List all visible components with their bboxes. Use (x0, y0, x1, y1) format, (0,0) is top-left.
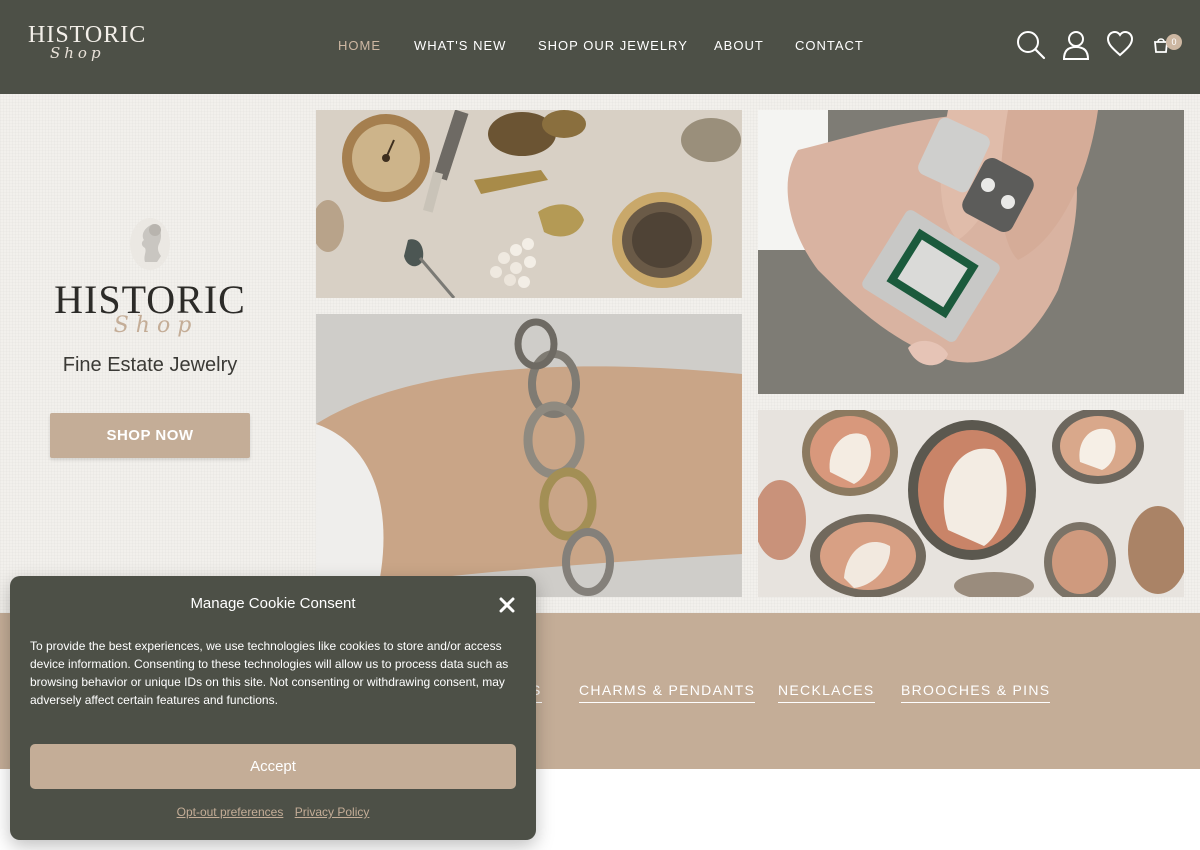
hero-section: HISTORIC Shop Fine Estate Jewelry SHOP N… (0, 94, 1200, 613)
photo-watch-brooches[interactable] (316, 110, 742, 298)
cameo-icon (130, 218, 170, 270)
bracelet-wrist-image (316, 314, 742, 597)
cookie-title: Manage Cookie Consent (190, 595, 356, 612)
photo-bracelet-wrist[interactable] (316, 314, 742, 597)
site-logo[interactable]: HISTORIC Shop (28, 22, 145, 72)
shop-now-button[interactable]: SHOP NOW (50, 413, 250, 458)
close-icon[interactable] (498, 596, 516, 614)
nav-shop-our-jewelry[interactable]: SHOP OUR JEWELRY (538, 38, 714, 53)
header-icons: 0 (1016, 30, 1182, 64)
hero-branding: HISTORIC Shop Fine Estate Jewelry SHOP N… (40, 214, 260, 458)
nav-about[interactable]: ABOUT (714, 38, 795, 53)
cart-button[interactable]: 0 (1152, 34, 1182, 60)
privacy-policy-link[interactable]: Privacy Policy (295, 805, 370, 819)
search-icon[interactable] (1016, 30, 1046, 60)
category-link-brooches-pins[interactable]: BROOCHES & PINS (901, 682, 1051, 703)
rings-hand-image (758, 110, 1184, 394)
cameos-image (758, 410, 1184, 597)
nav-contact[interactable]: CONTACT (795, 38, 864, 53)
cookie-message: To provide the best experiences, we use … (30, 639, 509, 707)
category-link-necklaces[interactable]: NECKLACES (778, 682, 875, 703)
user-icon[interactable] (1062, 30, 1090, 60)
opt-out-preferences-link[interactable]: Opt-out preferences (177, 805, 284, 819)
site-header: HISTORIC Shop HOME WHAT'S NEW SHOP OUR J… (0, 0, 1200, 94)
nav-whats-new[interactable]: WHAT'S NEW (414, 38, 538, 53)
cookie-links: Opt-out preferences Privacy Policy (10, 805, 536, 819)
cart-count-badge: 0 (1166, 34, 1182, 50)
category-link-charms-pendants[interactable]: CHARMS & PENDANTS (579, 682, 756, 703)
photo-cameos[interactable] (758, 410, 1184, 597)
accept-button[interactable]: Accept (30, 744, 516, 789)
main-nav: HOME WHAT'S NEW SHOP OUR JEWELRY ABOUT C… (338, 38, 864, 53)
nav-home[interactable]: HOME (338, 38, 414, 53)
watch-brooches-image (316, 110, 742, 298)
cookie-consent-dialog: Manage Cookie Consent To provide the bes… (10, 576, 536, 840)
photo-rings-hand[interactable] (758, 110, 1184, 394)
heart-icon[interactable] (1106, 30, 1134, 58)
hero-tagline: Fine Estate Jewelry (62, 354, 238, 376)
